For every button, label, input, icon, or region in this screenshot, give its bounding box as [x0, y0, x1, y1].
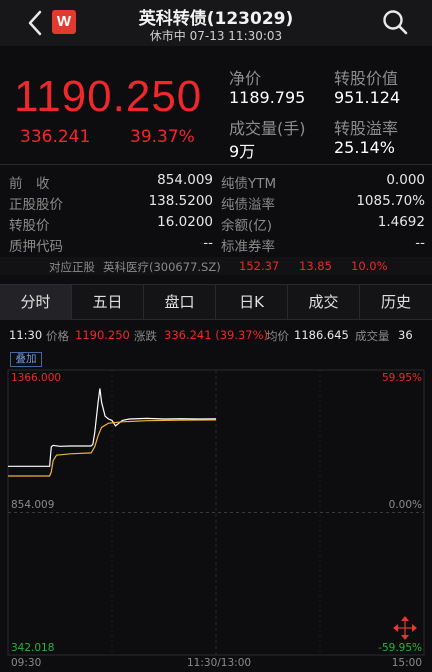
- conversion-value: 951.124: [334, 88, 401, 107]
- detail-label: 纯债溢率: [221, 197, 275, 213]
- search-icon[interactable]: [381, 8, 409, 36]
- net-price-value: 1189.795: [229, 88, 306, 107]
- pct-axis-mid-label: 0.00%: [388, 499, 422, 511]
- info-change: 336.241 (39.37%): [164, 328, 269, 342]
- info-avg-label: 均价: [266, 329, 289, 343]
- underlying-price: 152.37: [239, 259, 280, 273]
- chart-tabs: 分时 五日 盘口 日K 成交 历史: [0, 284, 432, 320]
- info-avg: 1186.645: [294, 328, 349, 342]
- detail-value: 1.4692: [377, 214, 425, 230]
- detail-value: 1085.70%: [356, 193, 425, 209]
- conversion-premium-label: 转股溢率: [334, 119, 399, 138]
- pct-axis-bottom-label: -59.95%: [378, 642, 422, 654]
- underlying-stock-bar[interactable]: 对应正股 英科医疗(300677.SZ) 152.37 13.85 10.0%: [0, 257, 432, 275]
- tab-order-book[interactable]: 盘口: [144, 285, 216, 320]
- detail-label: 余额(亿): [221, 218, 273, 234]
- detail-value: 16.0200: [157, 214, 213, 230]
- underlying-change: 13.85: [299, 259, 332, 273]
- detail-value: 0.000: [386, 172, 425, 188]
- info-vol: 36: [398, 328, 413, 342]
- tab-history[interactable]: 历史: [360, 285, 432, 320]
- tab-five-day[interactable]: 五日: [72, 285, 144, 320]
- y-axis-mid-label: 854.009: [11, 499, 55, 511]
- y-axis-bottom-label: 342.018: [11, 642, 55, 654]
- detail-label: 转股价: [9, 218, 50, 234]
- page-title: 英科转债(123029): [138, 9, 294, 29]
- underlying-change-pct: 10.0%: [351, 259, 388, 273]
- x-axis-start-label: 09:30: [11, 657, 42, 669]
- intraday-chart[interactable]: [0, 348, 432, 672]
- conversion-value-label: 转股价值: [334, 69, 399, 88]
- crosshair-info-bar: 11:30 价格 1190.250 涨跌 336.241 (39.37%) 均价…: [0, 327, 432, 345]
- x-axis-end-label: 15:00: [391, 657, 422, 669]
- underlying-label: 对应正股: [49, 260, 95, 274]
- info-change-label: 涨跌: [134, 329, 157, 343]
- detail-value: 138.5200: [148, 193, 213, 209]
- info-vol-label: 成交量: [355, 329, 390, 343]
- detail-label: 纯债YTM: [221, 176, 277, 192]
- underlying-name: 英科医疗(300677.SZ): [103, 260, 221, 274]
- chart-grid: [7, 369, 425, 656]
- detail-label: 正股股价: [9, 197, 63, 213]
- detail-value: 854.009: [157, 172, 213, 188]
- fullscreen-expand-icon[interactable]: [392, 615, 418, 641]
- pct-axis-top-label: 59.95%: [381, 372, 422, 384]
- y-axis-top-label: 1366.000: [11, 372, 62, 384]
- tab-intraday[interactable]: 分时: [0, 285, 72, 320]
- conversion-premium-value: 25.14%: [334, 138, 396, 157]
- info-time: 11:30: [9, 328, 43, 342]
- divider: [0, 164, 432, 165]
- market-status: 休市中 07-13 11:30:03: [149, 29, 283, 43]
- detail-value: --: [203, 235, 213, 251]
- last-price: 1190.250: [14, 72, 203, 121]
- volume-value: 9万: [229, 142, 256, 161]
- x-axis-mid-label: 11:30/13:00: [187, 657, 252, 669]
- detail-value: --: [415, 235, 425, 251]
- volume-label: 成交量(手): [229, 119, 306, 138]
- overlay-button[interactable]: 叠加: [10, 352, 42, 367]
- top-bar: W 英科转债(123029) 休市中 07-13 11:30:03: [0, 0, 432, 46]
- detail-label: 质押代码: [9, 239, 63, 255]
- info-price: 1190.250: [75, 328, 130, 342]
- net-price-label: 净价: [229, 69, 262, 88]
- tab-trades[interactable]: 成交: [288, 285, 360, 320]
- price-change: 336.241: [20, 127, 91, 147]
- tab-daily-k[interactable]: 日K: [216, 285, 288, 320]
- detail-label: 标准券率: [221, 239, 275, 255]
- average-price-line: [8, 419, 217, 477]
- info-price-label: 价格: [46, 329, 69, 343]
- price-change-pct: 39.37%: [130, 127, 195, 147]
- detail-label: 前 收: [9, 176, 50, 192]
